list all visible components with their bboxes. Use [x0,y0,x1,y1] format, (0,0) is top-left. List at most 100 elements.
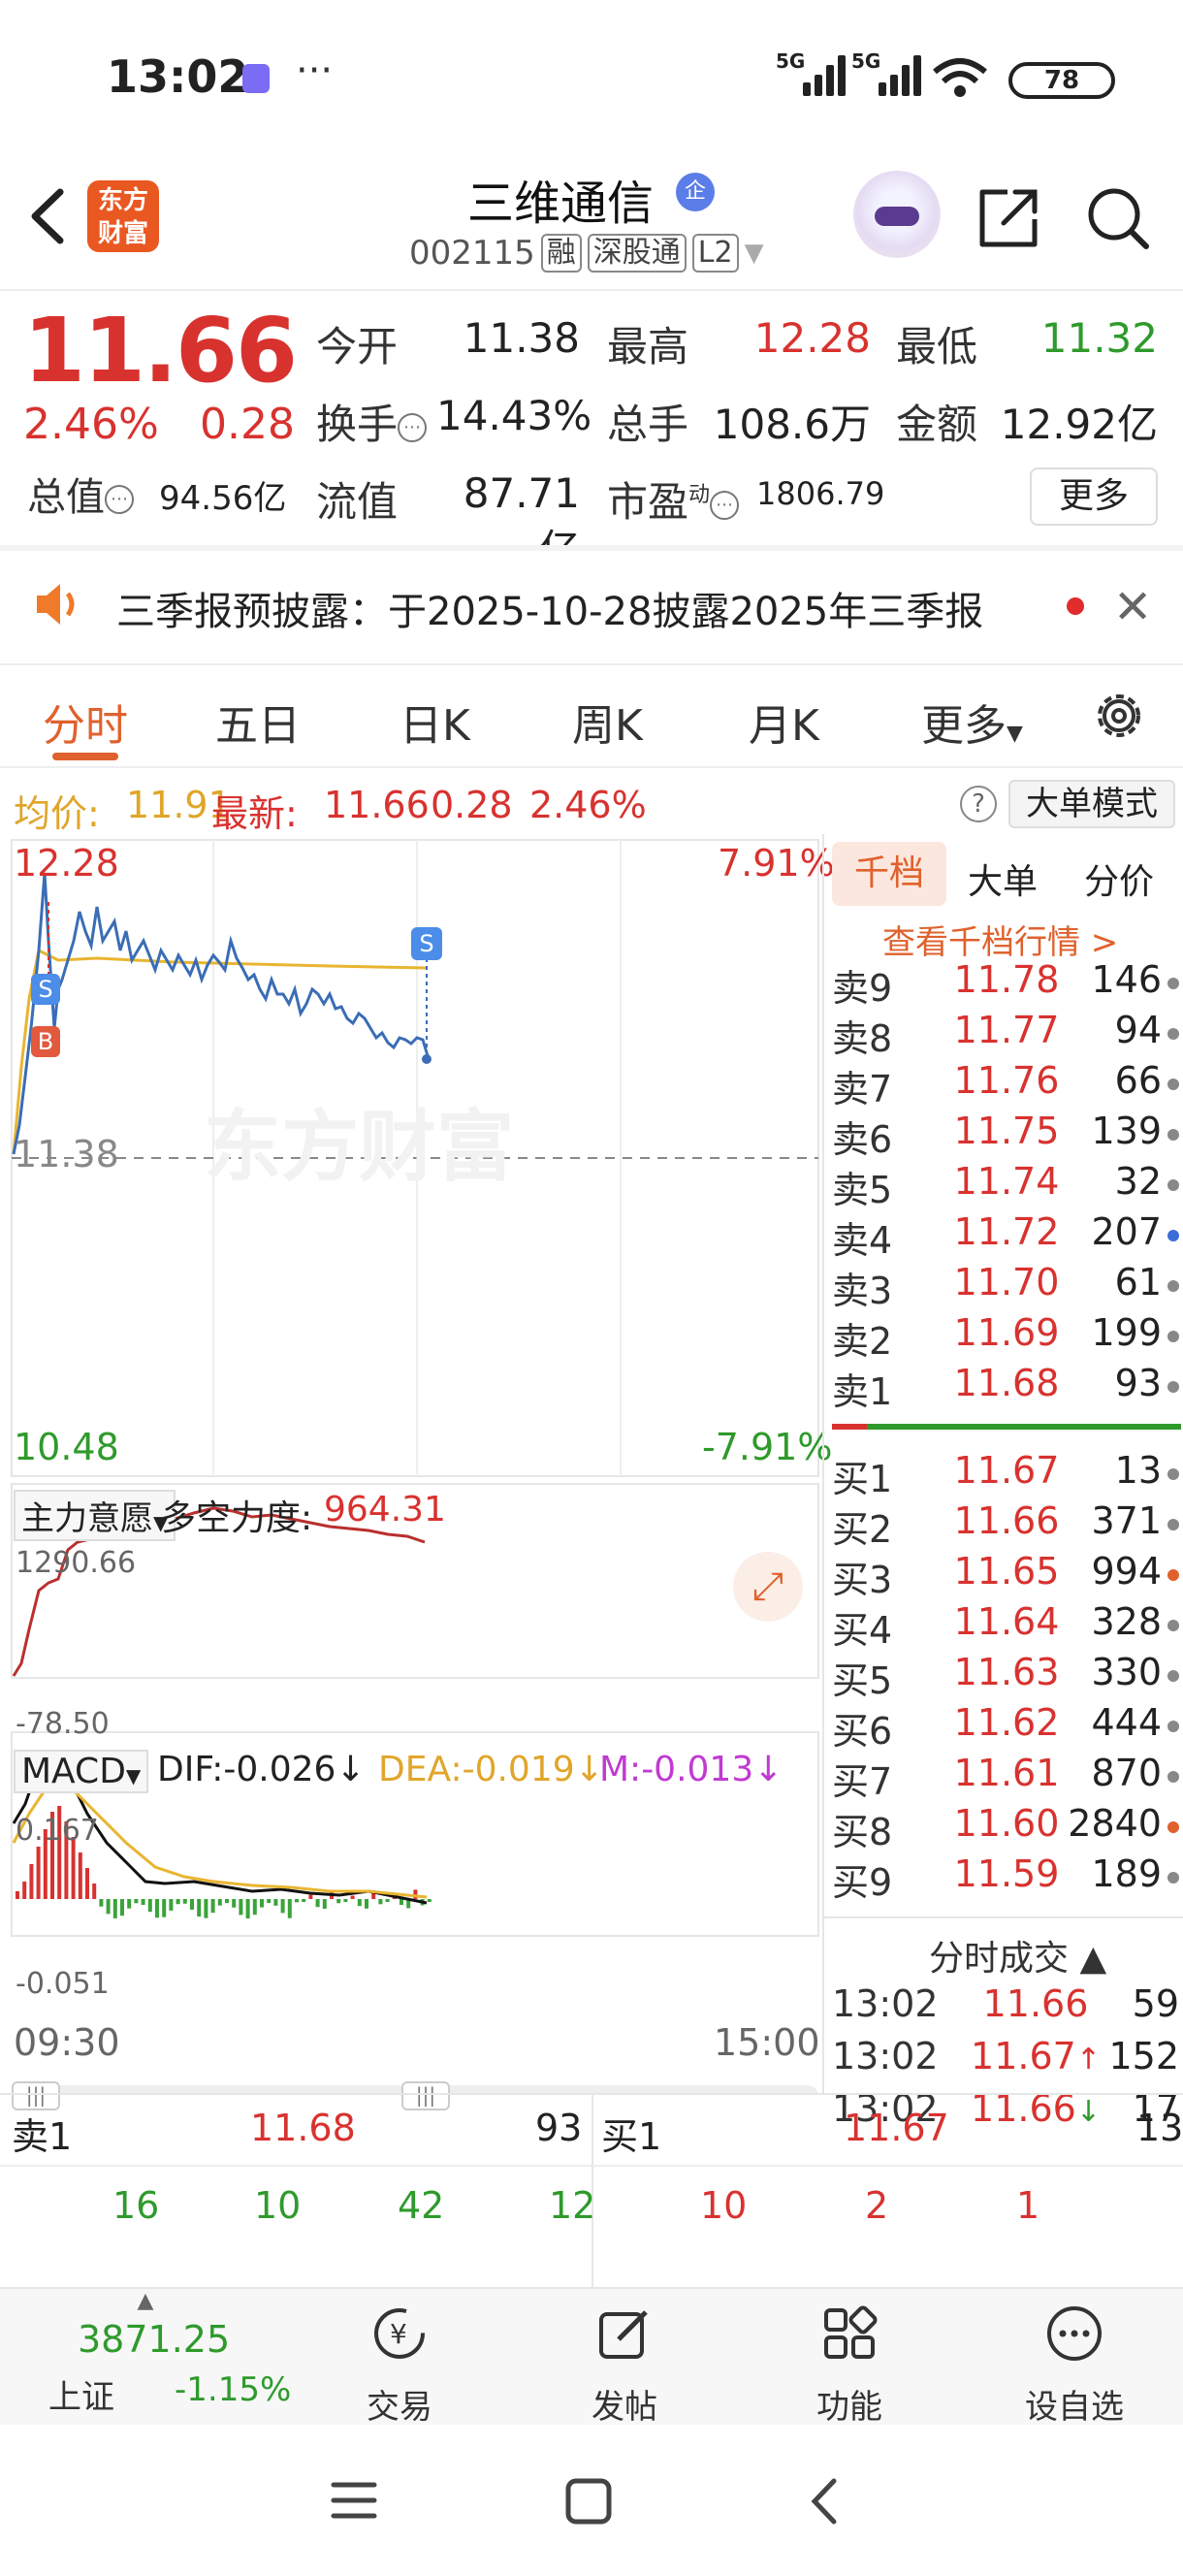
tab-five-day[interactable]: 五日 [215,691,301,753]
more-quote-button[interactable]: 更多 [1030,467,1158,526]
search-icon[interactable] [1084,184,1152,252]
nav-post[interactable]: 发帖 [528,2289,721,2427]
row-dot [1167,1468,1179,1480]
speaker-icon [37,584,75,625]
chart-canvas: 东方财富 [11,839,819,2095]
app-logo: 东方财富 [87,180,159,252]
bid-row[interactable]: 买1 11.67 13 [824,1449,1183,1500]
ask-price: 11.72 [953,1210,1060,1253]
row-dot [1167,1569,1179,1581]
macd-bar [343,1899,348,1902]
bid-row[interactable]: 买9 11.59 189 [824,1852,1183,1904]
queue-sell-price: 11.68 [250,2107,356,2149]
close-icon[interactable]: ✕ [1113,580,1152,634]
macd-bar [427,1899,432,1902]
home-icon[interactable] [564,2477,613,2526]
macd-bar [365,1899,368,1909]
open-price-label: 11.38 [14,1133,119,1175]
ask-row[interactable]: 卖7 11.76 66 [824,1059,1183,1111]
tab-big-order[interactable]: 大单 [968,853,1038,904]
back-icon[interactable] [21,182,80,250]
turnover-label[interactable]: 换手 ⋯ [316,392,428,451]
nav-functions[interactable]: 功能 [752,2289,946,2427]
ask-price: 11.76 [953,1059,1060,1102]
bid-price: 11.66 [953,1499,1060,1542]
queue-buy-item: 10 [700,2184,748,2227]
nav-add-watchlist[interactable]: 设自选 [977,2289,1171,2427]
pe-label[interactable]: 市盈动 ⋯ [607,469,740,529]
tab-more[interactable]: 更多▼ [921,691,1023,753]
unread-dot [1067,597,1084,615]
bid-row[interactable]: 买4 11.64 328 [824,1600,1183,1652]
buy-marker[interactable]: B [31,1026,60,1057]
ask-row[interactable]: 卖8 11.77 94 [824,1009,1183,1060]
ask-row[interactable]: 卖1 11.68 93 [824,1362,1183,1413]
ask-volume: 146 [1091,958,1162,1001]
bid-row[interactable]: 买2 11.66 371 [824,1499,1183,1551]
share-icon[interactable] [975,184,1042,252]
bid-row[interactable]: 买6 11.62 444 [824,1701,1183,1753]
help-icon[interactable]: ? [960,786,997,822]
bid-row[interactable]: 买3 11.65 994 [824,1550,1183,1601]
tab-depth[interactable]: 千档 [832,842,946,906]
chevron-down-icon[interactable]: ▼ [745,239,764,268]
menu-icon[interactable] [330,2479,378,2522]
tab-intraday[interactable]: 分时 [43,691,128,753]
edit-icon [599,2310,648,2359]
macd-bar [280,1899,285,1914]
tab-daily-k[interactable]: 日K [400,691,470,753]
high-value: 12.28 [753,314,871,362]
row-dot [1167,1519,1179,1530]
amount-label: 金额 [896,401,978,448]
ask-row[interactable]: 卖5 11.74 32 [824,1160,1183,1211]
gear-icon[interactable] [1090,687,1148,745]
last-change: 0.28 [431,784,513,826]
ask-level: 卖5 [832,1169,893,1211]
more-circle-icon [1047,2306,1102,2361]
ticks-panel[interactable]: 分时成交 ▲ 13:02 11.66 59 13:02 11.67↑ 152 13:02 11… [824,1916,1183,2130]
ai-assistant-avatar[interactable] [853,171,941,258]
dea-value: DEA:-0.019↓ [378,1750,604,1789]
tag-margin: 融 [540,234,582,273]
change-percent: 2.46% [23,400,159,449]
macd-selector[interactable]: MACD▼ [14,1750,149,1793]
ask-price: 11.78 [953,958,1060,1001]
depth-link[interactable]: 查看千档行情 > [882,916,1118,963]
bid-level: 买7 [832,1760,893,1803]
big-order-mode-button[interactable]: 大单模式 [1008,780,1175,828]
indicator-selector[interactable]: 主力意愿▼ [14,1490,176,1541]
ask-row[interactable]: 卖6 11.75 139 [824,1110,1183,1161]
yen-exchange-icon: ¥ [374,2308,425,2359]
index-pct: -1.15% [175,2370,292,2409]
bid-row[interactable]: 买8 11.60 2840 [824,1802,1183,1853]
macd-bar [182,1899,187,1904]
sell-marker[interactable]: S [31,974,60,1005]
bid-row[interactable]: 买7 11.61 870 [824,1752,1183,1803]
tab-price-dist[interactable]: 分价 [1084,853,1154,904]
bid-row[interactable]: 买5 11.63 330 [824,1651,1183,1702]
ask-row[interactable]: 卖2 11.69 199 [824,1311,1183,1363]
intraday-chart[interactable]: 东方财富 12.28 7.91% 11.38 10.48 -7.91% S B … [0,834,835,2110]
ask-row[interactable]: 卖9 11.78 146 [824,958,1183,1010]
grid-icon [824,2305,878,2359]
back-nav-icon[interactable] [805,2475,844,2528]
nav-trade[interactable]: ¥ 交易 [303,2289,496,2427]
bid-volume: 189 [1091,1852,1162,1895]
notice-bar[interactable]: 三季报预披露：于2025-10-28披露2025年三季报 ✕ [0,551,1183,658]
tab-weekly-k[interactable]: 周K [572,691,643,753]
ask-row[interactable]: 卖4 11.72 207 [824,1210,1183,1262]
index-name: 上证 [48,2378,114,2417]
expand-icon[interactable]: ⤢ [733,1552,803,1622]
macd-bar [169,1899,174,1911]
mktcap-label[interactable]: 总值 ⋯ [27,466,134,522]
tab-monthly-k[interactable]: 月K [749,691,819,753]
enterprise-badge: 企 [676,173,715,211]
tag-connect: 深股通 [587,234,687,273]
queue-sell-item: 16 [112,2184,160,2227]
macd-bar [287,1899,292,1918]
sell-marker-2[interactable]: S [411,927,442,960]
pe-value: 1806.79 [756,475,885,512]
index-widget[interactable]: ▲ 3871.25 上证 -1.15% [48,2289,291,2427]
bid-volume: 371 [1091,1499,1162,1542]
ask-row[interactable]: 卖3 11.70 61 [824,1261,1183,1312]
